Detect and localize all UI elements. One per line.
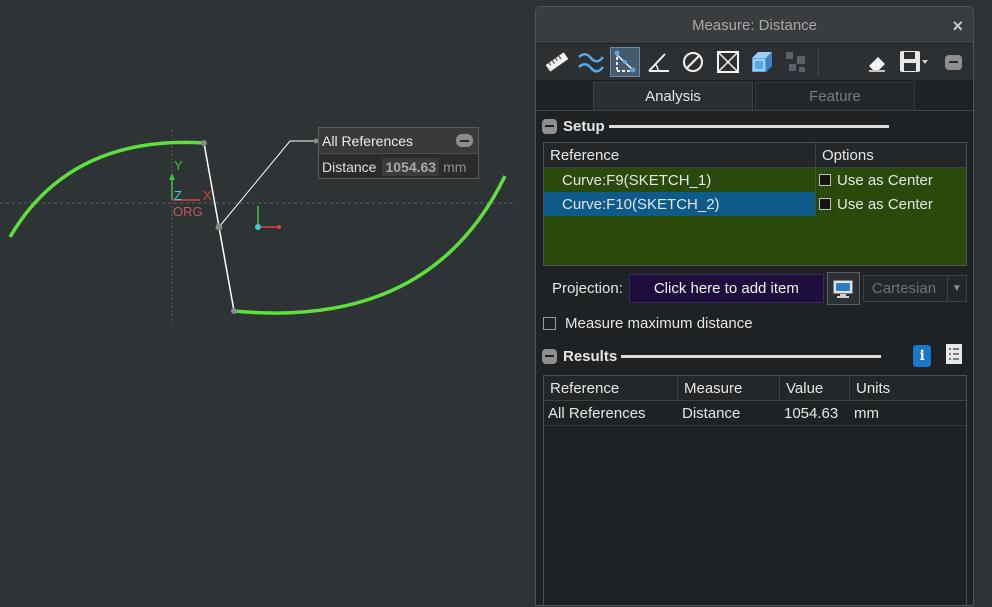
endpoint-marker xyxy=(231,308,237,314)
panel-titlebar[interactable]: Measure: Distance × xyxy=(536,7,973,43)
volume-icon[interactable] xyxy=(747,47,776,77)
y-arrowhead xyxy=(169,173,175,180)
option-cell: Use as Center xyxy=(816,168,966,192)
setup-title: Setup xyxy=(563,117,605,135)
results-section-header[interactable]: Results i xyxy=(536,344,973,368)
distance-icon[interactable] xyxy=(610,47,640,77)
max-distance-checkbox[interactable] xyxy=(543,317,556,330)
close-icon[interactable]: × xyxy=(952,16,963,37)
compare-icon[interactable] xyxy=(781,47,810,77)
callout-collapse-button[interactable] xyxy=(456,134,473,147)
result-measure-cell: Distance xyxy=(682,404,741,422)
curve-f10-sketch2[interactable] xyxy=(233,175,507,315)
x-axis-label: X xyxy=(203,188,212,203)
report-icon[interactable] xyxy=(945,343,963,369)
col-options-header: Options xyxy=(822,146,874,164)
curve-icon[interactable] xyxy=(576,47,605,77)
eraser-icon[interactable] xyxy=(863,47,892,77)
callout-header: All References xyxy=(319,128,478,153)
sketch-canvas[interactable]: Y Z X ORG xyxy=(0,0,535,607)
results-table: Reference Measure Value Units All Refere… xyxy=(543,375,967,605)
reference-cell: Curve:F10(SKETCH_2) xyxy=(544,192,816,216)
z-axis-label: Z xyxy=(174,188,182,203)
measurement-callout[interactable]: All References Distance 1054.63 mm xyxy=(318,127,479,179)
ruler-icon[interactable] xyxy=(542,47,571,77)
result-reference-cell: All References xyxy=(548,404,646,422)
callout-leader xyxy=(218,140,318,228)
projection-placeholder: Click here to add item xyxy=(653,280,799,297)
max-distance-option[interactable]: Measure maximum distance xyxy=(543,315,753,332)
option-cell: Use as Center xyxy=(816,192,966,216)
results-divider xyxy=(621,354,882,358)
y-axis-label: Y xyxy=(174,158,183,173)
panel-tabs: Analysis Feature xyxy=(536,80,973,111)
local-x-tip xyxy=(277,225,281,229)
endpoint-marker xyxy=(201,140,207,146)
callout-value-row: Distance 1054.63 mm xyxy=(319,153,478,179)
angle-icon[interactable] xyxy=(645,47,674,77)
use-as-center-checkbox[interactable] xyxy=(819,198,831,210)
projection-row: Projection: Click here to add item Carte… xyxy=(543,272,967,305)
callout-title: All References xyxy=(322,132,414,149)
info-icon[interactable]: i xyxy=(913,345,932,367)
projection-add-item-field[interactable]: Click here to add item xyxy=(628,274,824,303)
measure-distance-panel: Measure: Distance × Analysis Feature Set… xyxy=(535,6,974,606)
setup-section-header[interactable]: Setup xyxy=(536,114,973,138)
col-units-header: Units xyxy=(856,379,891,397)
tab-analysis[interactable]: Analysis xyxy=(593,82,753,110)
results-title: Results xyxy=(563,347,618,365)
coordinate-system-value: Cartesian xyxy=(871,280,937,297)
measure-toolbar xyxy=(536,43,973,80)
toolbar-separator xyxy=(817,48,819,76)
col-value-header: Value xyxy=(780,376,850,400)
callout-unit: mm xyxy=(443,158,467,175)
coordinate-system-select[interactable]: Cartesian ▼ xyxy=(862,275,967,302)
reference-cell: Curve:F9(SKETCH_1) xyxy=(544,168,816,192)
result-units-cell: mm xyxy=(854,404,879,422)
setup-divider xyxy=(608,124,889,128)
projection-label: Projection: xyxy=(552,280,623,297)
minimize-icon[interactable] xyxy=(939,47,968,77)
origin-label: ORG xyxy=(173,204,203,219)
col-reference-header: Reference xyxy=(544,376,678,400)
col-reference-header: Reference xyxy=(544,143,816,167)
tab-feature-label: Feature xyxy=(809,88,861,105)
tab-analysis-label: Analysis xyxy=(645,88,701,105)
results-collapse-icon[interactable] xyxy=(542,348,557,364)
chevron-down-icon: ▼ xyxy=(946,276,966,301)
table-row[interactable]: Curve:F9(SKETCH_1) Use as Center xyxy=(544,168,966,192)
max-distance-label: Measure maximum distance xyxy=(565,315,753,332)
tab-feature[interactable]: Feature xyxy=(755,82,915,110)
panel-body: Setup Reference Options Curve:F9(SKETCH_… xyxy=(536,111,973,605)
local-origin-point xyxy=(255,224,261,230)
option-label: Use as Center xyxy=(837,171,933,189)
option-label: Use as Center xyxy=(837,195,933,213)
col-measure-header: Measure xyxy=(678,376,780,400)
callout-label: Distance xyxy=(322,158,377,175)
callout-value: 1054.63 xyxy=(382,157,440,176)
use-as-center-checkbox[interactable] xyxy=(819,174,831,186)
setup-table-header: Reference Options xyxy=(544,143,966,168)
table-row[interactable]: All References Distance 1054.63 mm xyxy=(544,401,966,426)
midpoint-marker xyxy=(215,223,223,231)
graphics-viewport[interactable]: Y Z X ORG All References Distance 1054.6… xyxy=(0,0,535,607)
save-icon[interactable] xyxy=(897,47,932,77)
setup-collapse-icon[interactable] xyxy=(542,118,557,134)
setup-reference-table: Reference Options Curve:F9(SKETCH_1) Use… xyxy=(543,142,967,266)
panel-title: Measure: Distance xyxy=(691,16,818,34)
window-background xyxy=(974,0,992,607)
result-value-cell: 1054.63 xyxy=(784,404,839,422)
diameter-icon[interactable] xyxy=(679,47,708,77)
monitor-icon[interactable] xyxy=(826,272,860,305)
results-table-header: Reference Measure Value Units xyxy=(544,376,966,401)
table-row[interactable]: Curve:F10(SKETCH_2) Use as Center xyxy=(544,192,966,216)
transform-icon[interactable] xyxy=(713,47,742,77)
